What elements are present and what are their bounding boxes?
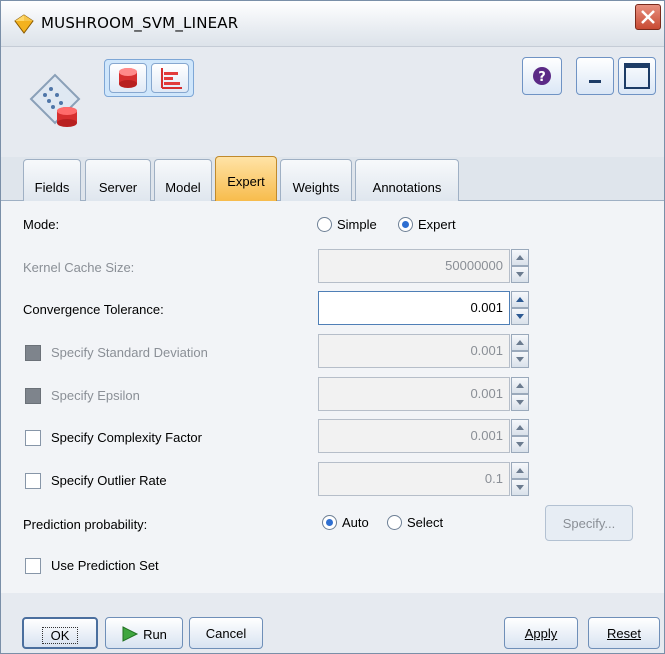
spin-down-icon[interactable] [511,394,529,411]
tab-expert[interactable]: Expert [215,156,277,202]
outlier-field[interactable]: 0.1 [318,462,510,496]
kernel-cache-spinner[interactable] [511,249,529,283]
tab-label: Fields [34,180,70,195]
close-button[interactable] [635,4,661,30]
chart-button[interactable] [151,63,189,93]
spin-up-icon[interactable] [511,419,529,436]
outlier-label: Specify Outlier Rate [51,473,167,488]
maximize-button[interactable] [618,57,656,95]
std-dev-checkbox[interactable] [25,345,41,361]
epsilon-checkbox[interactable] [25,388,41,404]
apply-button[interactable]: Apply [504,617,578,649]
toolbar [1,47,664,157]
mode-label: Mode: [23,217,60,232]
std-dev-spinner[interactable] [511,334,529,368]
spin-up-icon[interactable] [511,462,529,479]
dialog-window: MUSHROOM_SVM_LINEAR ? Fields Server Mode… [0,0,665,654]
complexity-label: Specify Complexity Factor [51,430,202,445]
tab-server[interactable]: Server [85,159,151,201]
run-label: Run [143,627,167,642]
mode-simple-radio[interactable] [317,217,332,232]
spin-down-icon[interactable] [511,308,529,325]
tab-label: Weights [292,180,340,195]
tab-label: Server [98,180,138,195]
std-dev-field[interactable]: 0.001 [318,334,510,368]
epsilon-label: Specify Epsilon [51,388,140,403]
specify-button[interactable]: Specify... [545,505,633,541]
minimize-icon [589,80,601,83]
mode-simple-label: Simple [337,217,377,232]
window-title: MUSHROOM_SVM_LINEAR [41,14,239,32]
outlier-spinner[interactable] [511,462,529,496]
bar-chart-icon [161,68,182,89]
run-icon [122,626,139,642]
cancel-label: Cancel [205,626,247,641]
generate-button[interactable] [109,63,147,93]
tab-model[interactable]: Model [154,159,212,201]
epsilon-spinner[interactable] [511,377,529,411]
tab-label: Annotations [372,180,442,195]
spin-up-icon[interactable] [511,249,529,266]
database-icon [119,68,137,88]
std-dev-label: Specify Standard Deviation [51,345,208,360]
complexity-spinner[interactable] [511,419,529,453]
convergence-spinner[interactable] [511,291,529,325]
tab-label: Model [165,180,201,195]
reset-button[interactable]: Reset [588,617,660,649]
ok-button[interactable]: OK [22,617,98,649]
kernel-cache-field[interactable]: 50000000 [318,249,510,283]
epsilon-field[interactable]: 0.001 [318,377,510,411]
apply-label: Apply [524,626,558,641]
tab-label: Expert [227,174,265,189]
tab-annotations[interactable]: Annotations [355,159,459,201]
ok-label: OK [41,627,79,644]
maximize-icon [624,63,650,89]
run-button[interactable]: Run [105,617,183,649]
outlier-checkbox[interactable] [25,473,41,489]
toolbar-group [104,59,194,97]
title-bar: MUSHROOM_SVM_LINEAR [1,1,664,47]
spin-up-icon[interactable] [511,377,529,394]
prediction-set-label: Use Prediction Set [51,558,159,573]
mode-expert-label: Expert [418,217,456,232]
spin-up-icon[interactable] [511,291,529,308]
help-button[interactable]: ? [522,57,562,95]
minimize-button[interactable] [576,57,614,95]
svg-text:?: ? [538,70,546,85]
spin-down-icon[interactable] [511,479,529,496]
svm-node-icon [29,73,81,127]
spin-down-icon[interactable] [511,351,529,368]
prediction-set-checkbox[interactable] [25,558,41,574]
cancel-button[interactable]: Cancel [189,617,263,649]
spin-down-icon[interactable] [511,266,529,283]
convergence-field[interactable]: 0.001 [318,291,510,325]
tab-weights[interactable]: Weights [280,159,352,201]
prediction-select-radio[interactable] [387,515,402,530]
spin-up-icon[interactable] [511,334,529,351]
tab-bar: Fields Server Model Expert Weights Annot… [1,156,664,202]
prediction-label: Prediction probability: [23,517,148,532]
help-icon: ? [533,67,551,85]
reset-label: Reset [607,626,641,641]
tab-fields[interactable]: Fields [23,159,81,201]
close-icon [641,10,655,24]
complexity-field[interactable]: 0.001 [318,419,510,453]
prediction-auto-radio[interactable] [322,515,337,530]
convergence-label: Convergence Tolerance: [23,302,164,317]
prediction-select-label: Select [407,515,444,530]
spin-down-icon[interactable] [511,436,529,453]
kernel-cache-label: Kernel Cache Size: [23,260,135,275]
mode-expert-radio[interactable] [398,217,413,232]
prediction-auto-label: Auto [342,515,369,530]
model-nugget-icon [14,14,34,34]
complexity-checkbox[interactable] [25,430,41,446]
